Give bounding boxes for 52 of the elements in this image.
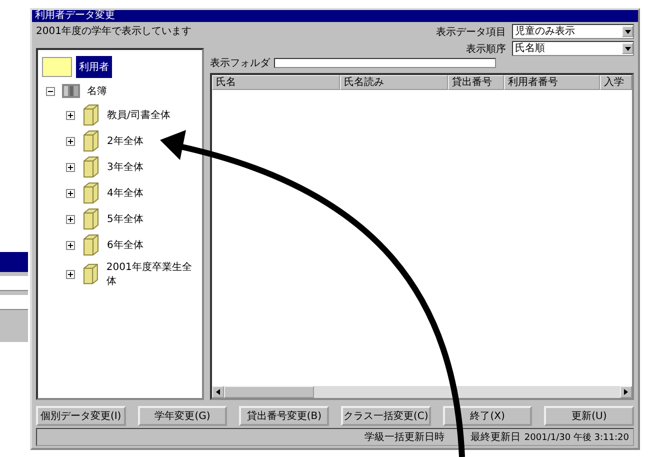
column-header[interactable]: 入学 <box>600 75 632 90</box>
column-header[interactable]: 氏名読み <box>340 75 448 90</box>
column-header[interactable]: 貸出番号 <box>448 75 504 90</box>
action-button[interactable]: 更新(U) <box>544 406 634 426</box>
expand-icon[interactable] <box>66 188 75 198</box>
dropdown[interactable]: 児童のみ表示 <box>512 24 634 39</box>
expand-icon[interactable] <box>66 110 75 120</box>
action-button[interactable]: 個別データ変更(I) <box>36 406 126 426</box>
folder-icon <box>42 57 72 77</box>
tree-item[interactable]: 3年全体 <box>107 160 144 174</box>
tree-item[interactable]: 2年全体 <box>107 134 144 148</box>
bookshelf-icon <box>61 82 81 100</box>
action-button[interactable]: 貸出番号変更(B) <box>239 406 330 426</box>
folder-icon <box>83 234 99 256</box>
folder-icon <box>83 208 99 230</box>
field-label: 表示データ項目 <box>436 26 506 38</box>
tree-item[interactable]: 利用者 <box>76 56 112 78</box>
scroll-thumb[interactable] <box>224 386 314 398</box>
expand-icon[interactable] <box>66 214 75 224</box>
status-text: 学級一括更新日時 <box>364 430 444 444</box>
collapse-icon[interactable] <box>46 86 55 96</box>
folder-icon <box>83 130 99 152</box>
column-header[interactable]: 氏名 <box>212 75 340 90</box>
column-header[interactable]: 利用者番号 <box>504 75 600 90</box>
folder-icon <box>83 156 99 178</box>
status-text: 最終更新日 <box>470 430 520 444</box>
folder-icon <box>83 182 99 204</box>
scroll-right-icon[interactable] <box>620 386 632 398</box>
expand-icon[interactable] <box>66 270 75 278</box>
window-title: 利用者データ変更 <box>35 10 115 21</box>
status-text: 2001/1/30 午後 3:11:20 <box>524 432 629 444</box>
tree-item[interactable]: 4年全体 <box>107 186 144 200</box>
tree-item[interactable]: 教員/司書全体 <box>107 108 170 122</box>
scroll-left-icon[interactable] <box>212 386 224 398</box>
folder-icon <box>83 263 98 285</box>
tree-item[interactable]: 5年全体 <box>107 212 144 226</box>
tree-item[interactable]: 名簿 <box>87 84 107 98</box>
action-button[interactable]: クラス一括変更(C) <box>341 406 431 426</box>
folder-field[interactable] <box>274 58 496 68</box>
folder-icon <box>83 104 99 126</box>
info-text: 2001年度の学年で表示しています <box>36 24 192 38</box>
tree-item[interactable]: 2001年度卒業生全体 <box>106 260 198 288</box>
field-label: 表示順序 <box>466 42 506 56</box>
action-button[interactable]: 終了(X) <box>442 406 532 426</box>
field-label: 表示フォルダ <box>210 56 270 70</box>
action-button[interactable]: 学年変更(G) <box>138 406 228 426</box>
horizontal-scrollbar[interactable] <box>212 386 632 398</box>
dropdown[interactable]: 氏名順 <box>512 41 634 56</box>
expand-icon[interactable] <box>66 136 75 146</box>
expand-icon[interactable] <box>66 162 75 172</box>
tree-item[interactable]: 6年全体 <box>107 238 144 252</box>
expand-icon[interactable] <box>66 240 75 250</box>
